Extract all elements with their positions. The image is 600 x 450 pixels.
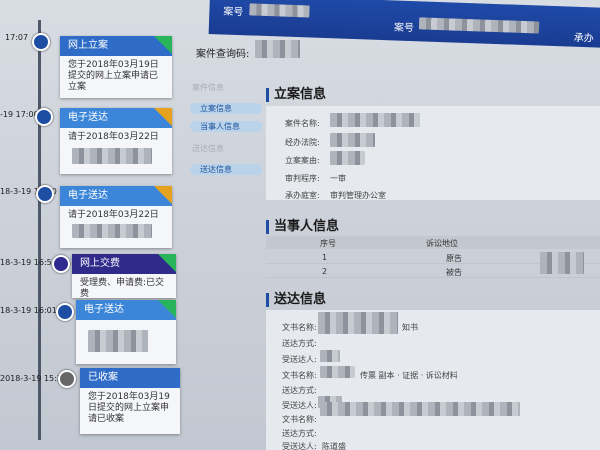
card-text: 您于2018年03月19日提交的网上立案申请已立案 (68, 60, 159, 92)
row-index: 2 (322, 267, 328, 276)
timeline-node-pencil-icon (56, 303, 74, 321)
card-title: 电子送达 (84, 304, 124, 315)
card-title: 电子送达 (68, 190, 108, 201)
timeline-node-document-icon (32, 33, 50, 51)
timeline-card[interactable]: 已收案 您于2018年03月19日提交的网上立案申请已收案 (80, 368, 180, 434)
parties-section-title: 当事人信息 (266, 220, 339, 234)
status-ribbon (154, 36, 172, 54)
status-ribbon (158, 254, 176, 272)
parties-table-header: 序号 诉讼地位 (266, 236, 600, 249)
card-title: 网上立案 (68, 40, 108, 51)
field-label: 受送达人: (282, 442, 317, 450)
card-text: 请于2018年03月22日 (68, 210, 159, 220)
timeline-time: 18-3-19 16:01 (0, 306, 57, 315)
redacted-text (88, 330, 148, 352)
card-header: 电子送达 (60, 186, 172, 206)
case-number-label-2: 案号 (393, 22, 415, 35)
redacted-query-code (255, 40, 300, 58)
redacted-value (330, 133, 375, 147)
card-title: 已收案 (88, 372, 118, 383)
field-label: 审判程序: (285, 174, 320, 183)
field-label: 送达方式: (282, 386, 317, 395)
row-role: 被告 (446, 268, 462, 277)
card-title: 网上交费 (80, 258, 120, 269)
status-ribbon (158, 300, 176, 318)
timeline-time: 17:07 (5, 33, 29, 42)
sidenav-item-parties[interactable]: 当事人信息 (190, 121, 262, 132)
field-value: 知书 (402, 323, 418, 332)
card-text: 您于2018年03月19日提交的网上立案申请已收案 (88, 392, 170, 424)
timeline-card[interactable]: 网上立案 您于2018年03月19日提交的网上立案申请已立案 (60, 36, 172, 98)
timeline-card[interactable]: 电子送达 (76, 300, 176, 364)
timeline-node-pencil-icon (35, 108, 53, 126)
card-title: 电子送达 (68, 112, 108, 123)
field-label: 案件名称: (285, 119, 320, 128)
card-header: 电子送达 (76, 300, 176, 320)
sidenav-item-delivery[interactable]: 送达信息 (190, 164, 262, 175)
redacted-value (320, 402, 520, 416)
field-label: 立案案由: (285, 156, 320, 165)
filing-section-title: 立案信息 (266, 88, 326, 102)
handler-label: 承办 (573, 32, 594, 45)
redacted-value (540, 252, 584, 274)
delivery-section-title: 送达信息 (266, 293, 326, 307)
field-label: 文书名称: (282, 371, 317, 380)
timeline-node-inbox-icon (58, 370, 76, 388)
case-number-label: 案号 (223, 6, 244, 19)
timeline-node-yen-icon (52, 255, 70, 273)
redacted-case-number-2 (418, 17, 540, 34)
field-label: 承办庭室: (285, 191, 320, 200)
card-header: 网上交费 (72, 254, 176, 274)
redacted-value (330, 113, 420, 127)
field-value: 陈道盛 (322, 442, 346, 450)
redacted-value (318, 312, 398, 334)
field-label: 受送达人: (282, 401, 317, 410)
timeline-time: 2018-3-19 15:29 (0, 374, 67, 383)
row-index: 1 (322, 253, 328, 262)
col-header-index: 序号 (320, 239, 336, 248)
sidenav-item-delivery-dim[interactable]: 送达信息 (192, 143, 224, 154)
sidenav-item-case-info[interactable]: 案件信息 (192, 82, 224, 93)
redacted-value (320, 366, 355, 378)
timeline-node-pencil-icon (36, 185, 54, 203)
timeline-time: -19 17:00 (0, 110, 39, 119)
case-query-code-label: 案件查询码: (196, 49, 250, 60)
field-label: 送达方式: (282, 339, 317, 348)
timeline-card[interactable]: 网上交费 受理费、申请费:已交费 (72, 254, 176, 299)
redacted-text (72, 148, 152, 164)
screen: 案号 案号 承办 17:07 网上立案 您于2018年03月19日提交的网上立案… (0, 0, 600, 450)
timeline-time: 18-3-19 16:54 (0, 258, 57, 267)
sidenav-item-filing[interactable]: 立案信息 (190, 103, 262, 114)
timeline-card[interactable]: 电子送达 请于2018年03月22日 (60, 186, 172, 248)
card-header: 电子送达 (60, 108, 172, 128)
redacted-text (72, 224, 152, 238)
card-header: 网上立案 (60, 36, 172, 56)
timeline-card[interactable]: 电子送达 请于2018年03月22日 (60, 108, 172, 174)
card-text: 请于2018年03月22日 (68, 132, 159, 142)
field-value: 一审 (330, 174, 346, 183)
field-label: 受送达人: (282, 355, 317, 364)
field-value: 审判管理办公室 (330, 191, 386, 200)
col-header-role: 诉讼地位 (426, 239, 458, 248)
card-header: 已收案 (80, 368, 180, 388)
redacted-value (320, 350, 340, 362)
redacted-case-number (249, 3, 310, 18)
field-value: 传票 副本 · 证据 · 诉讼材料 (360, 371, 458, 380)
redacted-value (330, 151, 365, 165)
field-label: 文书名称: (282, 323, 317, 332)
field-label: 文书名称: (282, 415, 317, 424)
status-ribbon (154, 186, 172, 204)
field-label: 经办法院: (285, 138, 320, 147)
status-ribbon (154, 108, 172, 126)
field-label: 送达方式: (282, 429, 317, 438)
row-role: 原告 (446, 254, 462, 263)
